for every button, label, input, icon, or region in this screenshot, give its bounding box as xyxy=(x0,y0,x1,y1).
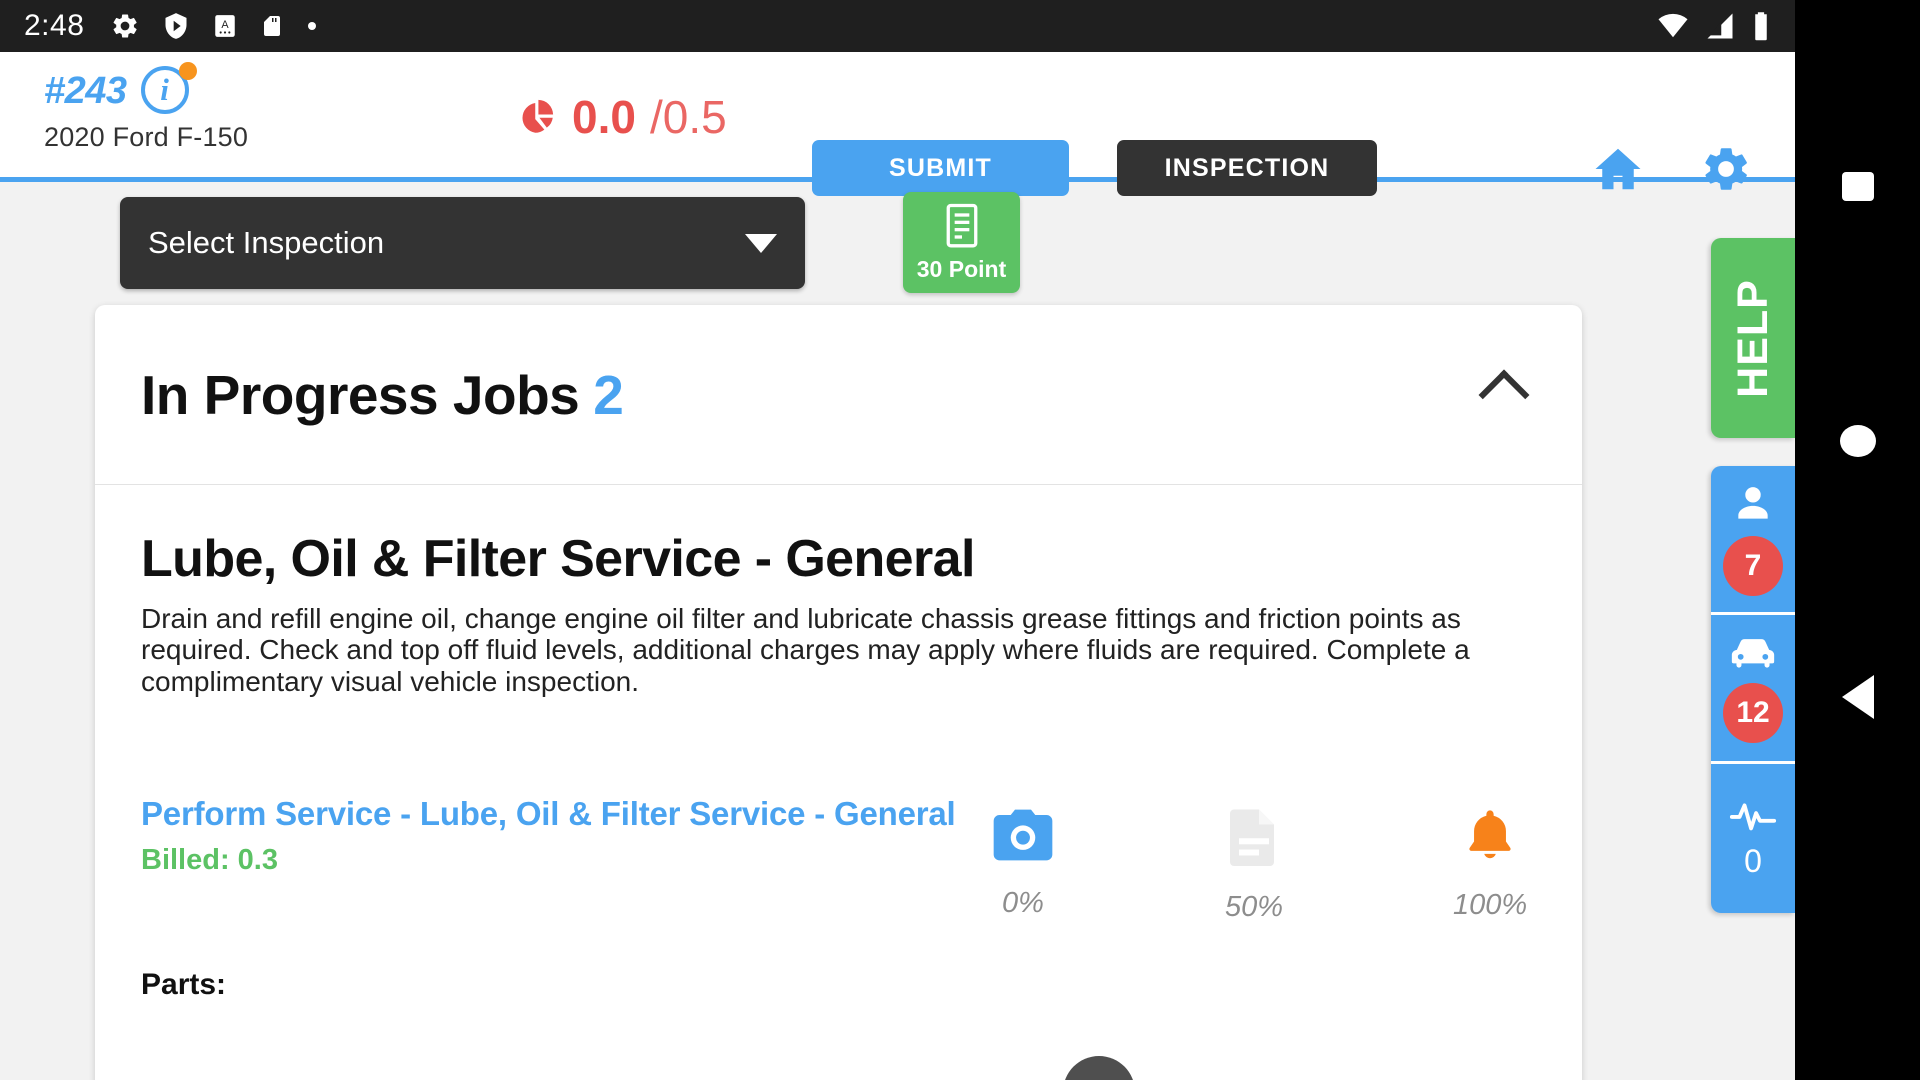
select-inspection-dropdown[interactable]: Select Inspection xyxy=(120,197,805,289)
svg-text:A: A xyxy=(222,19,230,31)
page-title: In Progress Jobs 2 xyxy=(141,363,624,427)
camera-icon[interactable] xyxy=(991,807,1055,863)
customers-badge: 7 xyxy=(1723,536,1783,596)
bell-column[interactable]: 100% xyxy=(1453,807,1527,924)
service-billed: Billed: 0.3 xyxy=(141,843,278,876)
android-auto-icon: A xyxy=(215,15,236,37)
square-recents-icon[interactable] xyxy=(1841,172,1874,201)
play-protect-icon xyxy=(165,13,187,39)
document-icon[interactable] xyxy=(1226,807,1282,867)
vehicle-label: 2020 Ford F-150 xyxy=(44,122,249,152)
pie-chart-icon xyxy=(522,99,554,133)
job-description: Drain and refill engine oil, change engi… xyxy=(141,603,1470,697)
checklist-document-icon xyxy=(946,203,977,248)
info-alert-dot xyxy=(178,62,197,80)
android-nav-bar xyxy=(1795,0,1920,1080)
select-inspection-label: Select Inspection xyxy=(148,225,385,260)
repair-order-row: #243 i xyxy=(44,62,248,116)
jobs-section-header[interactable]: In Progress Jobs 2 xyxy=(95,305,1582,485)
screen-root: 2:48 A #243 i 2020 Ford F-150 0.0 /0.5 S… xyxy=(0,0,1920,1080)
gear-icon xyxy=(113,14,137,38)
jobs-section-count: 2 xyxy=(593,363,624,426)
camera-column[interactable]: 0% xyxy=(991,807,1055,924)
triangle-back-icon[interactable] xyxy=(1841,675,1874,719)
android-status-bar: 2:48 A xyxy=(0,0,1795,52)
app-header: #243 i 2020 Ford F-150 0.0 /0.5 SUBMIT I… xyxy=(0,52,1795,196)
rail-item-activity[interactable]: 0 xyxy=(1711,764,1795,913)
header-left-block: #243 i 2020 Ford F-150 xyxy=(44,62,249,153)
chevron-down-icon xyxy=(745,233,777,253)
document-column[interactable]: 50% xyxy=(1225,807,1283,924)
pulse-icon xyxy=(1729,803,1777,831)
document-percent: 50% xyxy=(1225,891,1284,924)
wifi-icon xyxy=(1658,13,1688,38)
chevron-up-icon[interactable] xyxy=(1478,369,1530,420)
bell-icon[interactable] xyxy=(1461,807,1519,865)
right-side-rail: HELP 7 12 0 xyxy=(1709,0,1795,1080)
in-progress-jobs-card: In Progress Jobs 2 Lube, Oil & Filter Ser… xyxy=(95,305,1582,1080)
help-tab[interactable]: HELP xyxy=(1711,238,1795,438)
info-button[interactable]: i xyxy=(140,62,197,116)
service-link[interactable]: Perform Service - Lube, Oil & Filter Ser… xyxy=(141,793,961,836)
hours-actual: 0.0 xyxy=(572,91,636,143)
circle-home-icon[interactable] xyxy=(1839,425,1876,457)
sd-card-icon xyxy=(264,16,281,36)
jobs-section-title: In Progress Jobs xyxy=(141,363,580,426)
hours-total: /0.5 xyxy=(649,91,727,143)
job-item: Lube, Oil & Filter Service - General Dra… xyxy=(95,485,1582,1002)
thirty-point-label: 30 Point xyxy=(916,256,1007,282)
car-icon xyxy=(1731,639,1775,668)
service-icon-row: 0% 50% 100% xyxy=(991,793,1527,924)
person-icon xyxy=(1738,487,1768,519)
repair-order-number[interactable]: #243 xyxy=(44,70,127,113)
parts-label: Parts: xyxy=(141,968,227,1002)
inspection-toolbar: Select Inspection 30 Point xyxy=(0,187,1795,297)
rail-button-group: 7 12 0 xyxy=(1711,466,1795,913)
hours-indicator: 0.0 /0.5 xyxy=(516,90,727,144)
rail-item-vehicles[interactable]: 12 xyxy=(1711,615,1795,764)
vehicles-badge: 12 xyxy=(1723,683,1783,743)
thirty-point-button[interactable]: 30 Point xyxy=(903,192,1020,293)
service-left-block: Perform Service - Lube, Oil & Filter Ser… xyxy=(141,793,961,877)
help-label: HELP xyxy=(1728,278,1777,398)
activity-count: 0 xyxy=(1744,843,1762,879)
bell-percent: 100% xyxy=(1453,889,1528,922)
rail-item-customers[interactable]: 7 xyxy=(1711,466,1795,615)
job-title: Lube, Oil & Filter Service - General xyxy=(141,530,975,588)
status-bar-clock: 2:48 xyxy=(24,9,85,42)
camera-percent: 0% xyxy=(1002,887,1044,920)
service-row: Perform Service - Lube, Oil & Filter Ser… xyxy=(141,793,1536,924)
dot-icon xyxy=(308,22,317,30)
phone-viewport: 2:48 A #243 i 2020 Ford F-150 0.0 /0.5 S… xyxy=(0,0,1795,1080)
status-bar-notification-icons: A xyxy=(110,11,318,41)
